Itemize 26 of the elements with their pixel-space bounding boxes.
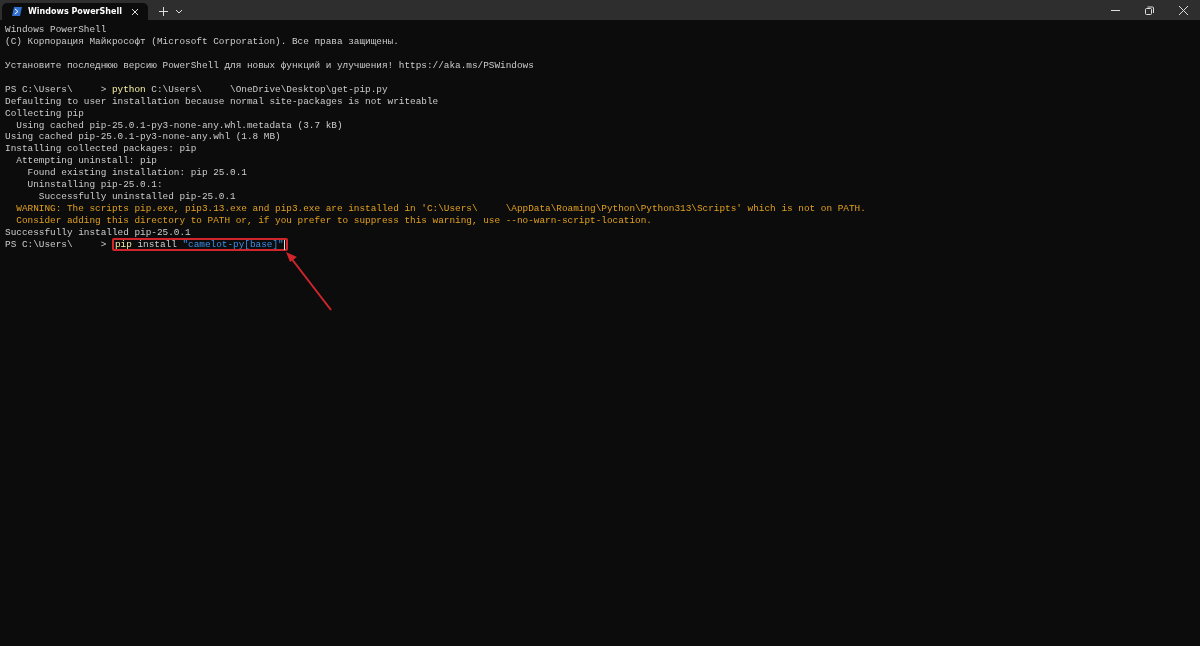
close-icon[interactable] (1178, 5, 1188, 15)
terminal-line: Successfully uninstalled pip-25.0.1 (37, 191, 237, 204)
terminal-line: Windows PowerShell (5, 24, 108, 36)
annotation-arrow (285, 252, 333, 312)
powershell-icon (12, 7, 22, 16)
highlighted-command: pip install "camelot-py[base]" (111, 238, 288, 252)
terminal-tab[interactable]: Windows PowerShell (2, 3, 148, 20)
terminal-line: Consider adding this directory to PATH or, if you prefer to suppress this warning, use --no-warn-script-location. (15, 215, 653, 227)
restore-icon[interactable] (1144, 5, 1154, 15)
terminal-line: WARNING: The scripts pip.exe, pip3.13.exe and pip3.exe are installed in 'C:\Users\ \AppData\Roaming\Python\Python313\Scripts' which is not on PATH. (15, 203, 867, 215)
terminal-line: Установите последнюю версию PowerShell для новых функций и улучшения! https://aka.ms/PSWindows (5, 59, 535, 72)
terminal-line: Defaulting to user installation because normal site-packages is not writeable (5, 95, 440, 108)
tab-title: Windows PowerShell (28, 7, 122, 16)
terminal-line: Attempting uninstall: pip (15, 155, 158, 168)
new-tab-icon[interactable] (156, 4, 170, 18)
terminal-line: Found existing installation: pip 25.0.1 (26, 167, 248, 180)
terminal-line: Successfully installed pip-25.0.1 (5, 226, 192, 239)
terminal-line: PS C:\Users\ > python C:\Users\ \OneDrive\Desktop\get-pip.py (5, 83, 389, 96)
terminal-line: Using cached pip-25.0.1-py3-none-any.whl (1.8 MB) (5, 131, 282, 144)
terminal-line: Using cached pip-25.0.1-py3-none-any.whl.metadata (3.7 kB) (15, 119, 344, 132)
terminal-line: Installing collected packages: pip (5, 143, 198, 156)
minimize-icon[interactable] (1110, 9, 1120, 11)
terminal-line: Uninstalling pip-25.0.1: (26, 179, 164, 192)
terminal-line: Collecting pip (5, 107, 85, 120)
terminal-line: (C) Корпорация Майкрософт (Microsoft Corporation). Все права защищены. (5, 35, 400, 48)
terminal-line: PS C:\Users\ > pip install "camelot-py[base]" (5, 238, 1195, 251)
